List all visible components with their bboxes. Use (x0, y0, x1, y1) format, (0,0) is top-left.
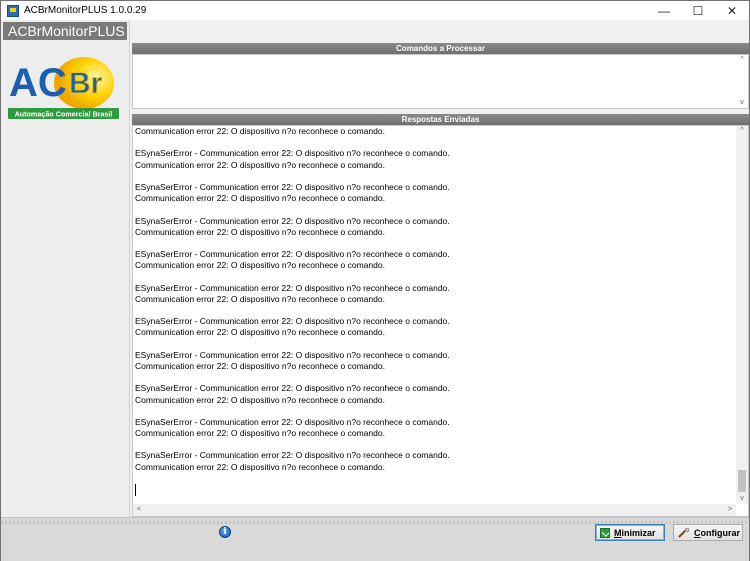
title-bar[interactable]: ACBrMonitorPLUS 1.0.0.29 — ☐ ✕ (1, 1, 749, 20)
responses-textarea[interactable]: Communication error 22: O dispositivo n?… (132, 125, 749, 517)
close-window-button[interactable]: ✕ (715, 1, 749, 20)
response-line (135, 238, 735, 249)
response-line: Communication error 22: O dispositivo n?… (135, 260, 385, 271)
commands-header: Comandos a Processar (132, 43, 749, 54)
minimize-window-button[interactable]: — (647, 1, 681, 20)
minimize-accel: M (614, 527, 622, 538)
scroll-up-icon[interactable]: ^ (736, 55, 748, 65)
commands-textarea[interactable]: ^ v (132, 54, 749, 109)
response-line (135, 204, 735, 215)
response-line (135, 339, 735, 350)
configure-label: onfigurar (700, 527, 741, 538)
response-line: ESynaSerError - Communication error 22: … (135, 215, 450, 226)
text-caret (135, 484, 136, 496)
response-line (135, 406, 735, 417)
window-controls: — ☐ ✕ (647, 1, 749, 20)
response-line: ESynaSerError - Communication error 22: … (135, 148, 450, 159)
responses-horizontal-scrollbar[interactable]: < > (133, 504, 736, 516)
scroll-down-icon[interactable]: v (736, 494, 748, 504)
response-line (135, 439, 735, 450)
logo-tagline: Automação Comercial Brasil (15, 110, 113, 119)
scroll-left-icon[interactable]: < (133, 505, 145, 515)
maximize-window-button[interactable]: ☐ (681, 1, 715, 20)
commands-vertical-scrollbar[interactable]: ^ v (736, 55, 748, 108)
info-icon[interactable]: i (219, 526, 231, 538)
window-title: ACBrMonitorPLUS 1.0.0.29 (24, 5, 147, 16)
response-line: Communication error 22: O dispositivo n?… (135, 293, 385, 304)
app-window: ACBrMonitorPLUS 1.0.0.29 — ☐ ✕ ACBrMonit… (0, 0, 750, 561)
response-line: Communication error 22: O dispositivo n?… (135, 394, 385, 405)
logo-text-br: Br (69, 67, 103, 100)
response-line: Communication error 22: O dispositivo n?… (135, 159, 385, 170)
acbr-logo: AC Br Automação Comercial Brasil (8, 57, 119, 119)
app-icon (7, 4, 19, 17)
response-line: Communication error 22: O dispositivo n?… (135, 461, 385, 472)
response-line: ESynaSerError - Communication error 22: … (135, 181, 450, 192)
response-line: ESynaSerError - Communication error 22: … (135, 416, 450, 427)
minimize-arrow-icon (600, 527, 610, 538)
configure-button[interactable]: Configurar (673, 524, 743, 541)
scrollbar-thumb[interactable] (738, 470, 746, 492)
scroll-down-icon[interactable]: v (736, 98, 748, 108)
response-line: Communication error 22: O dispositivo n?… (135, 428, 385, 439)
response-line (135, 305, 735, 316)
response-line: ESynaSerError - Communication error 22: … (135, 349, 450, 360)
response-line: ESynaSerError - Communication error 22: … (135, 450, 450, 461)
scroll-up-icon[interactable]: ^ (736, 126, 748, 136)
responses-header: Respostas Enviadas (132, 114, 749, 125)
responses-vertical-scrollbar[interactable]: ^ v (736, 126, 748, 504)
response-line: Communication error 22: O dispositivo n?… (135, 327, 385, 338)
minimize-button[interactable]: Minimizar (595, 524, 665, 541)
tools-icon (678, 527, 690, 538)
response-line: Communication error 22: O dispositivo n?… (135, 226, 385, 237)
response-line: ESynaSerError - Communication error 22: … (135, 249, 450, 260)
logo-text-ac: AC (9, 61, 67, 105)
response-line: ESynaSerError - Communication error 22: … (135, 383, 450, 394)
response-line: Communication error 22: O dispositivo n?… (135, 360, 385, 371)
scroll-right-icon[interactable]: > (724, 505, 736, 515)
left-panel: ACBrMonitorPLUS AC Br Automação Comercia… (1, 20, 130, 517)
response-line: Communication error 22: O dispositivo n?… (135, 193, 385, 204)
response-line (135, 372, 735, 383)
minimize-label: inimizar (621, 527, 656, 538)
response-line: ESynaSerError - Communication error 22: … (135, 316, 450, 327)
response-line: Communication error 22: O dispositivo n?… (135, 126, 385, 136)
response-line (135, 171, 735, 182)
brand-header: ACBrMonitorPLUS (3, 22, 127, 40)
response-line: ESynaSerError - Communication error 22: … (135, 282, 450, 293)
bottom-bar: i Minimizar Configurar (1, 517, 749, 561)
responses-log: Communication error 22: O dispositivo n?… (135, 126, 735, 473)
response-line (135, 137, 735, 148)
response-line (135, 271, 735, 282)
